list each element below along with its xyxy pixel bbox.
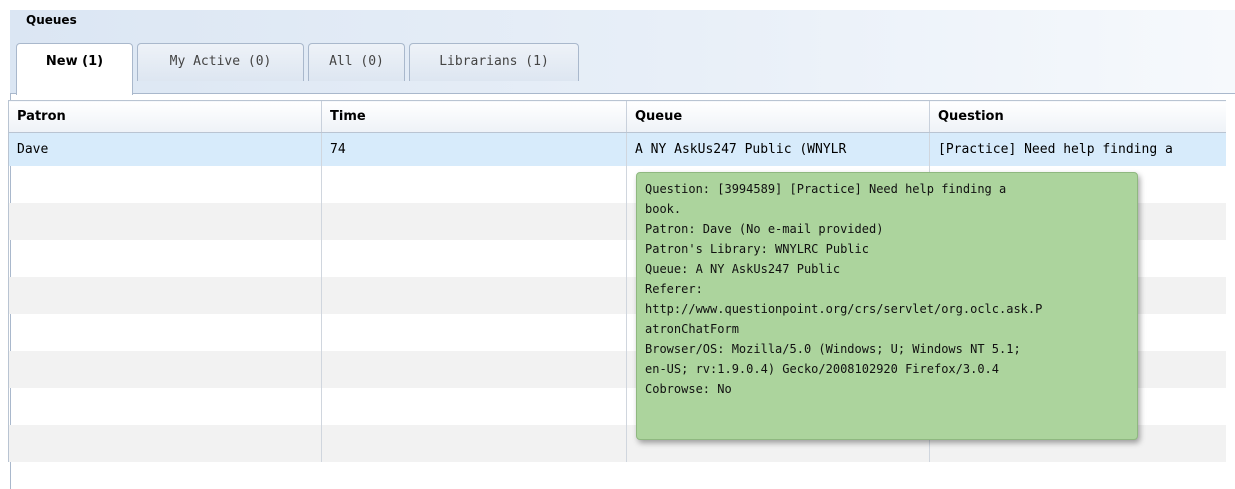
tooltip-patron: Patron: Dave (No e-mail provided) bbox=[645, 222, 884, 236]
tooltip-referer-url-cont: atronChatForm bbox=[645, 322, 739, 336]
tab-new[interactable]: New (1) bbox=[16, 43, 133, 95]
column-header-patron[interactable]: Patron bbox=[8, 100, 322, 133]
question-details-tooltip: Question: [3994589] [Practice] Need help… bbox=[636, 172, 1138, 440]
tooltip-cobrowse: Cobrowse: No bbox=[645, 382, 732, 396]
tab-all[interactable]: All (0) bbox=[308, 43, 405, 81]
table-row[interactable]: Dave 74 A NY AskUs247 Public (WNYLR [Pra… bbox=[8, 132, 1226, 166]
tooltip-question-cont: book. bbox=[645, 202, 682, 216]
tab-strip-divider bbox=[10, 93, 1235, 94]
tooltip-library: Patron's Library: WNYLRC Public bbox=[645, 242, 869, 256]
cell-question: [Practice] Need help finding a bbox=[929, 132, 1226, 166]
cell-queue: A NY AskUs247 Public (WNYLR bbox=[626, 132, 930, 166]
tooltip-referer-label: Referer: bbox=[645, 282, 703, 296]
tab-librarians[interactable]: Librarians (1) bbox=[409, 43, 579, 81]
panel-title: Queues bbox=[26, 13, 77, 27]
column-header-question[interactable]: Question bbox=[929, 100, 1226, 133]
tooltip-question: Question: [3994589] [Practice] Need help… bbox=[645, 182, 1007, 196]
cell-patron: Dave bbox=[8, 132, 322, 166]
tooltip-referer-url: http://www.questionpoint.org/crs/servlet… bbox=[645, 302, 1043, 316]
column-header-queue[interactable]: Queue bbox=[626, 100, 930, 133]
column-header-time[interactable]: Time bbox=[321, 100, 627, 133]
tooltip-queue: Queue: A NY AskUs247 Public bbox=[645, 262, 841, 276]
tooltip-browser-cont: en-US; rv:1.9.0.4) Gecko/2008102920 Fire… bbox=[645, 362, 1000, 376]
cell-time: 74 bbox=[321, 132, 627, 166]
panel-header: Queues New (1) My Active (0) All (0) Lib… bbox=[10, 10, 1235, 95]
table-header-row: Patron Time Queue Question bbox=[8, 100, 1226, 133]
tooltip-browser: Browser/OS: Mozilla/5.0 (Windows; U; Win… bbox=[645, 342, 1021, 356]
tab-my-active[interactable]: My Active (0) bbox=[137, 43, 304, 81]
